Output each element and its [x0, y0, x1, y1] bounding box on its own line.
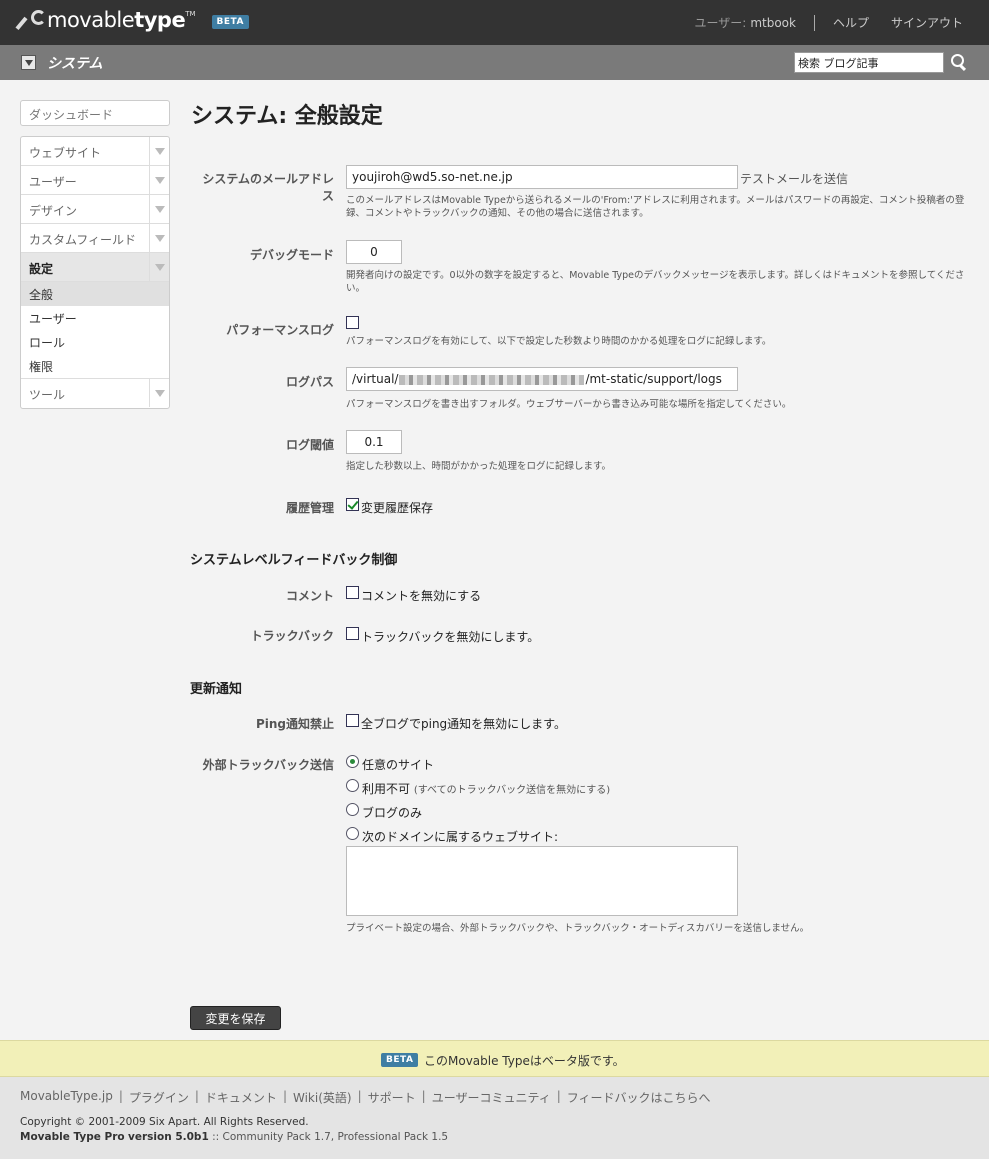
footer: MovableType.jp | プラグイン | ドキュメント | Wiki(英語) |… — [0, 1077, 989, 1159]
log-threshold-field[interactable] — [346, 430, 402, 454]
outbound-disabled-label: 利用不可 (すべてのトラックバック送信を無効にする) — [362, 782, 611, 796]
save-changes-button[interactable]: 変更を保存 — [190, 1006, 281, 1030]
history-option-label: 変更履歴保存 — [361, 501, 434, 515]
logpath-hint: パフォーマンスログを書き出すフォルダ。ウェブサーバーから書き込み可能な場所を指定… — [346, 399, 792, 410]
outbound-trackback-label: 外部トラックバック送信 — [202, 758, 334, 772]
send-test-mail-link[interactable]: テストメールを送信 — [740, 170, 848, 187]
outbound-any-radio[interactable] — [346, 755, 359, 768]
outbound-any-label: 任意のサイト — [362, 758, 435, 772]
submenu-item-general[interactable]: 全般 — [21, 282, 169, 306]
outbound-domain-radio[interactable] — [346, 827, 359, 840]
threshold-hint: 指定した秒数以上、時間がかかった処理をログに記録します。 — [346, 461, 612, 472]
copyright: Copyright © 2001-2009 Six Apart. All Rig… — [20, 1116, 309, 1128]
dashboard-button[interactable]: ダッシュボード — [20, 100, 170, 126]
wrench-icon — [22, 8, 46, 32]
submenu-item-users[interactable]: ユーザー — [21, 306, 169, 330]
system-title: システム — [47, 56, 103, 72]
top-nav: ユーザー: mtbook ヘルプ サインアウト — [694, 14, 963, 31]
disable-ping-checkbox[interactable] — [346, 714, 359, 727]
sidebar-item-tools[interactable]: ツール — [21, 379, 169, 408]
domain-list-textarea[interactable] — [346, 846, 738, 916]
logpath-label: ログパス — [285, 375, 334, 389]
history-label: 履歴管理 — [285, 501, 334, 515]
chevron-down-icon[interactable] — [149, 166, 169, 194]
settings-submenu: 全般 ユーザー ロール 権限 — [21, 282, 169, 379]
email-label: システムのメールアドレス — [202, 172, 334, 203]
help-link[interactable]: ヘルプ — [833, 14, 869, 31]
footer-link-plugins[interactable]: プラグイン — [129, 1089, 189, 1106]
outbound-disabled-radio[interactable] — [346, 779, 359, 792]
disable-comments-checkbox[interactable] — [346, 586, 359, 599]
page-title: システム: 全般設定 — [191, 104, 383, 129]
chevron-down-icon[interactable] — [149, 224, 169, 252]
perflog-hint: パフォーマンスログを有効にして、以下で設定した秒数より時間のかかる処理をログに記… — [346, 336, 772, 347]
outbound-blog-radio[interactable] — [346, 803, 359, 816]
beta-message: このMovable Typeはベータ版です。 — [424, 1054, 625, 1068]
beta-notice-bar: BETA このMovable Typeはベータ版です。 — [0, 1040, 989, 1077]
disable-trackbacks-checkbox[interactable] — [346, 627, 359, 640]
brand-name: movabletype — [47, 8, 186, 32]
chevron-down-icon[interactable] — [149, 253, 169, 281]
footer-link-feedback[interactable]: フィードバックはこちらへ — [567, 1089, 711, 1106]
perflog-checkbox[interactable] — [346, 316, 359, 329]
debug-label: デバッグモード — [249, 248, 334, 262]
search-icon[interactable] — [950, 53, 968, 71]
ping-label: Ping通知禁止 — [255, 717, 334, 731]
history-checkbox[interactable] — [346, 498, 359, 511]
chevron-down-icon[interactable] — [149, 195, 169, 223]
sidebar-item-website[interactable]: ウェブサイト — [21, 137, 169, 166]
trackback-label: トラックバック — [250, 629, 334, 643]
sidebar-item-design[interactable]: デザイン — [21, 195, 169, 224]
footer-link-movabletype[interactable]: MovableType.jp — [20, 1089, 113, 1106]
movabletype-logo[interactable]: movabletype TM BETA — [22, 8, 249, 32]
footer-link-support[interactable]: サポート — [368, 1089, 416, 1106]
trademark: TM — [185, 10, 196, 18]
debug-hint: 開発者向けの設定です。0以外の数字を設定すると、Movable Typeのデバッ… — [346, 270, 965, 294]
sidebar-item-customfields[interactable]: カスタムフィールド — [21, 224, 169, 253]
sidebar-item-users[interactable]: ユーザー — [21, 166, 169, 195]
debug-mode-field[interactable] — [346, 240, 402, 264]
chevron-down-icon[interactable] — [149, 137, 169, 165]
nav-separator — [813, 14, 815, 31]
email-hint: このメールアドレスはMovable Typeから送られるメールの'From:'ア… — [346, 195, 965, 219]
email-field[interactable] — [346, 165, 738, 189]
signout-link[interactable]: サインアウト — [891, 14, 963, 31]
sidebar-item-settings[interactable]: 設定 — [21, 253, 169, 282]
disable-comments-option-label: コメントを無効にする — [361, 589, 482, 603]
beta-badge: BETA — [211, 15, 249, 29]
disable-ping-option-label: 全ブログでping通知を無効にします。 — [361, 717, 566, 731]
outbound-domain-label: 次のドメインに属するウェブサイト: — [362, 830, 559, 844]
beta-badge: BETA — [381, 1053, 419, 1067]
outbound-hint: プライベート設定の場合、外部トラックバックや、トラックバック・オートディスカバリ… — [346, 923, 810, 934]
perflog-label: パフォーマンスログ — [226, 323, 334, 337]
update-section-title: 更新通知 — [190, 682, 243, 697]
user-label: ユーザー: — [694, 16, 747, 30]
sidebar-menu: ウェブサイト ユーザー デザイン カスタムフィールド 設定 全般 ユーザー ロー… — [20, 136, 170, 409]
submenu-item-roles[interactable]: ロール — [21, 330, 169, 354]
redacted-path — [399, 374, 585, 385]
outbound-blog-label: ブログのみ — [362, 806, 423, 820]
footer-link-community[interactable]: ユーザーコミュニティ — [432, 1089, 551, 1106]
feedback-section-title: システムレベルフィードバック制御 — [190, 553, 398, 568]
submenu-item-permissions[interactable]: 権限 — [21, 354, 169, 378]
logpath-field[interactable]: /virtual//mt-static/support/logs — [346, 367, 738, 391]
disable-trackbacks-option-label: トラックバックを無効にします。 — [361, 630, 540, 644]
user-name-link[interactable]: mtbook — [750, 16, 796, 30]
footer-link-docs[interactable]: ドキュメント — [205, 1089, 277, 1106]
footer-link-wiki[interactable]: Wiki(英語) — [293, 1089, 352, 1106]
search-input[interactable] — [794, 52, 944, 73]
scope-dropdown-icon[interactable] — [21, 55, 36, 70]
top-bar: movabletype TM BETA ユーザー: mtbook ヘルプ サイン… — [0, 0, 989, 45]
threshold-label: ログ閾値 — [285, 438, 334, 452]
chevron-down-icon[interactable] — [149, 379, 169, 407]
version-info: Movable Type Pro version 5.0b1 :: Commun… — [20, 1131, 449, 1143]
comment-label: コメント — [285, 589, 334, 603]
footer-links: MovableType.jp | プラグイン | ドキュメント | Wiki(英語) |… — [20, 1089, 711, 1106]
